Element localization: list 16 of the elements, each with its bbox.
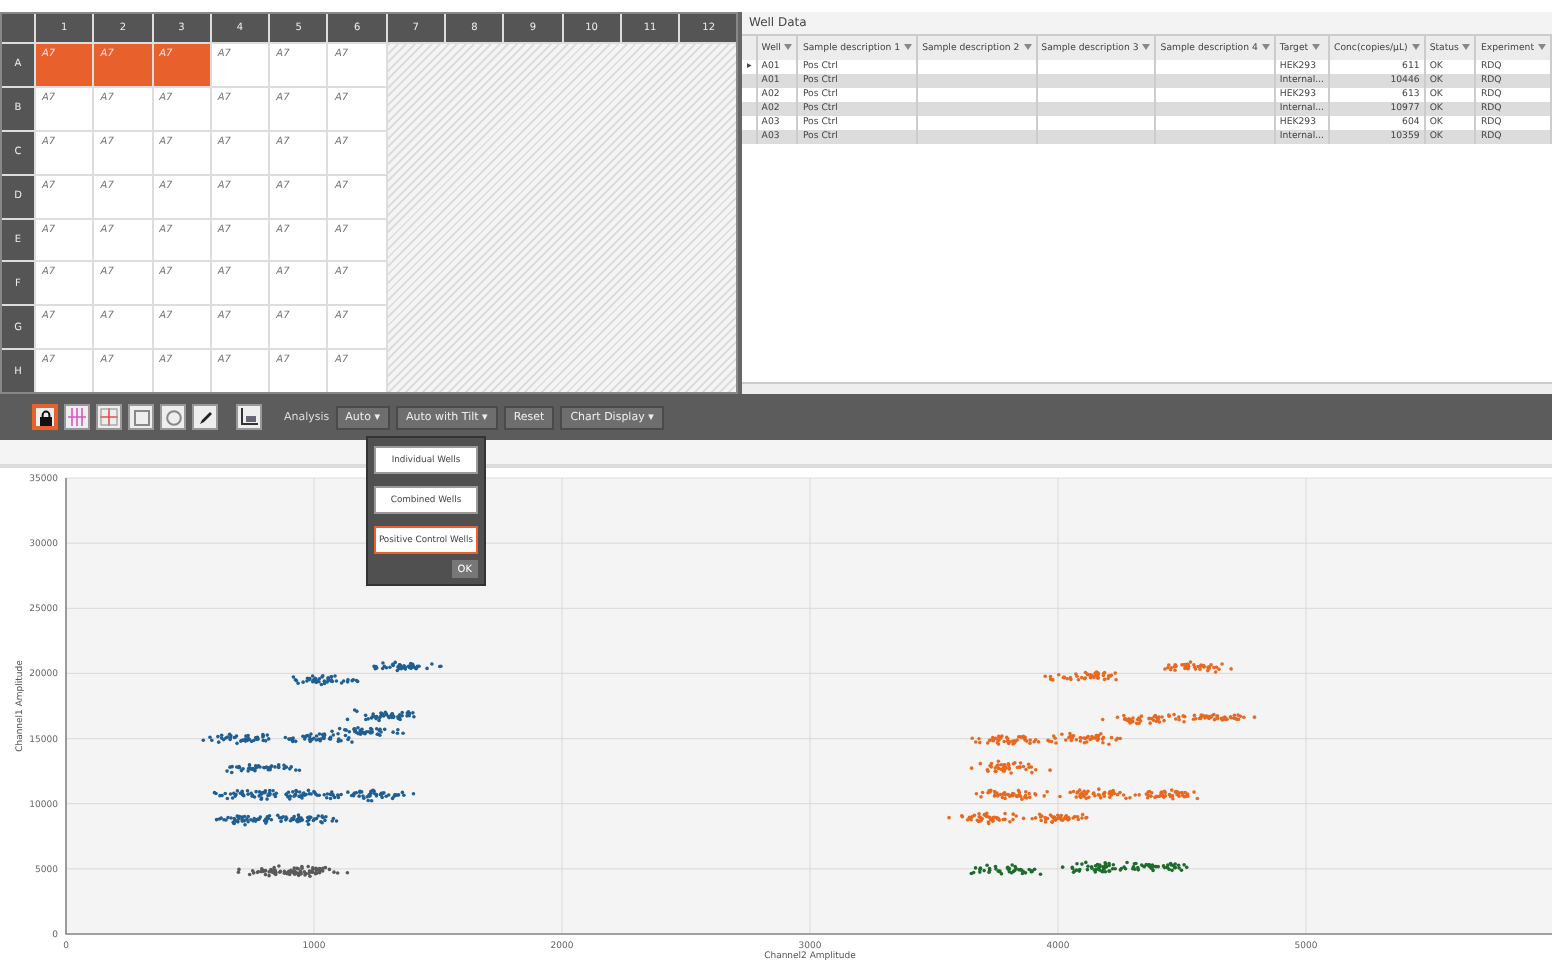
caret-icon[interactable] [904,43,913,50]
caret-icon[interactable] [1411,43,1420,50]
caret-icon[interactable] [1142,43,1151,50]
rectangle-tool-icon[interactable] [128,404,154,430]
plate-corner [2,14,34,42]
chart-tool-icon[interactable] [236,404,262,430]
droplet-cluster [236,864,350,879]
grid-tool-icon[interactable] [96,404,122,430]
caret-icon[interactable] [1462,43,1471,50]
caret-icon[interactable] [1538,43,1546,50]
caret-icon[interactable] [1312,43,1321,50]
caret-icon[interactable] [1261,43,1270,50]
pen-tool-icon[interactable] [192,404,218,430]
caret-icon[interactable] [784,43,793,50]
lock-tool-icon[interactable] [32,404,58,430]
caret-icon[interactable] [1023,43,1032,50]
